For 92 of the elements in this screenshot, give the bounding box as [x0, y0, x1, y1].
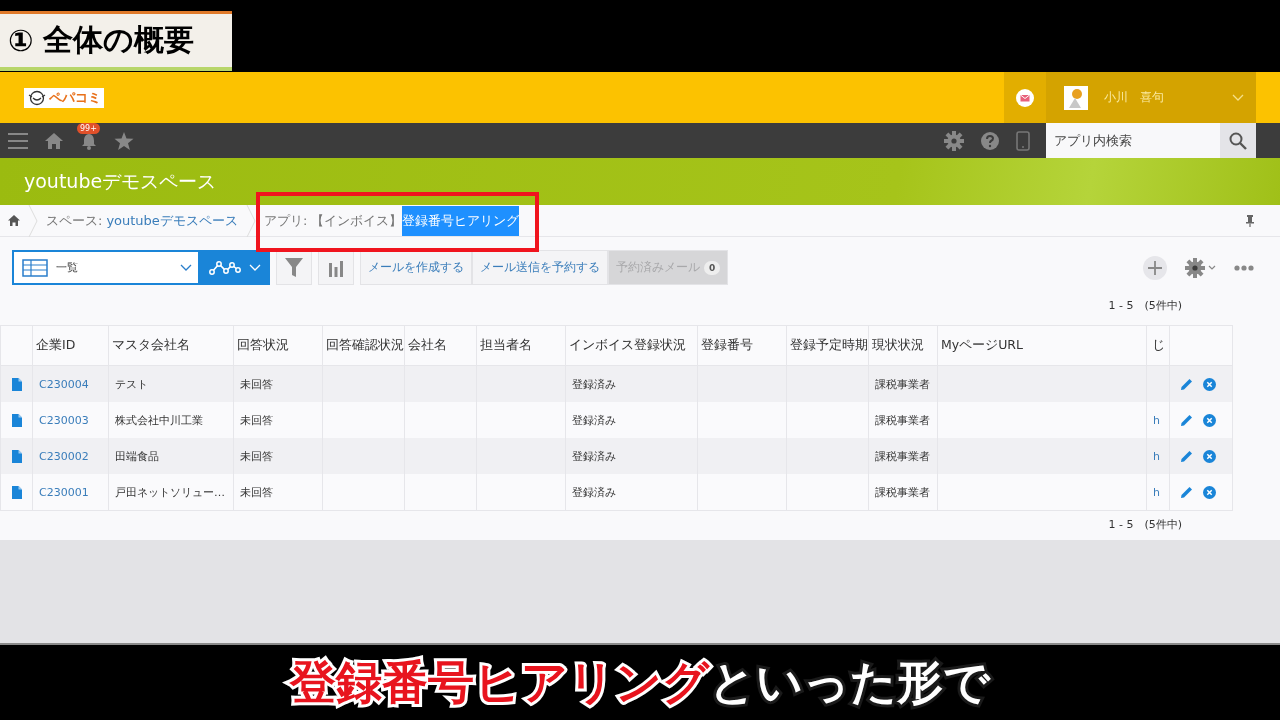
- delete-icon[interactable]: [1203, 485, 1216, 499]
- table-cell: 登録済み: [572, 413, 616, 427]
- space-title: youtubeデモスペース: [24, 168, 217, 194]
- mobile-icon[interactable]: [1016, 130, 1030, 151]
- mail-button[interactable]: メール送信を予約する: [472, 250, 608, 285]
- line-chart-icon: [209, 259, 241, 276]
- table-cell: 未回答: [240, 449, 273, 463]
- column-header: じ: [1152, 337, 1165, 352]
- chart-button[interactable]: [318, 250, 354, 285]
- bell-icon[interactable]: [80, 131, 98, 150]
- column-header: 現状状況: [872, 337, 924, 352]
- filter-button[interactable]: [276, 250, 312, 285]
- breadcrumb-separator-icon: [245, 204, 256, 237]
- column-header: MyページURL: [941, 337, 1023, 352]
- column-header: 担当者名: [480, 337, 532, 352]
- column-header: 回答状況: [237, 337, 289, 352]
- add-button[interactable]: [1143, 255, 1167, 280]
- breadcrumb-separator-icon: [28, 204, 38, 237]
- document-icon[interactable]: [11, 413, 22, 427]
- delete-icon[interactable]: [1203, 413, 1216, 427]
- table-icon: [22, 258, 48, 277]
- column-header: インボイス登録状況: [569, 337, 686, 352]
- home-icon[interactable]: [44, 131, 64, 150]
- table-link[interactable]: h: [1153, 413, 1160, 427]
- table-cell: 登録済み: [572, 377, 616, 391]
- avatar-icon: [1064, 85, 1088, 110]
- chevron-down-icon: [1208, 264, 1216, 271]
- bar-chart-icon: [328, 258, 344, 277]
- delete-icon[interactable]: [1203, 377, 1216, 391]
- document-icon[interactable]: [11, 377, 22, 391]
- table-cell: 未回答: [240, 377, 273, 391]
- table-cell: 課税事業者: [875, 449, 930, 463]
- column-header: 企業ID: [36, 337, 76, 352]
- column-header: 会社名: [408, 337, 447, 352]
- table-cell: 戸田ネットソリュー…: [115, 485, 225, 499]
- pager-text: 1 - 5 (5件中): [1108, 516, 1182, 532]
- pencil-icon[interactable]: [1180, 449, 1193, 463]
- filter-icon: [284, 256, 304, 279]
- user-name: 小川 喜句: [1104, 89, 1164, 106]
- logo[interactable]: ペパコミ: [24, 87, 104, 108]
- settings-icon[interactable]: [944, 130, 964, 151]
- table-link[interactable]: h: [1153, 449, 1160, 463]
- graph-button[interactable]: [200, 250, 270, 285]
- document-icon[interactable]: [11, 485, 22, 499]
- chevron-down-icon: [249, 263, 261, 272]
- table-cell: 登録済み: [572, 485, 616, 499]
- chapter-title: 全体の概要: [43, 21, 195, 59]
- menu-icon[interactable]: [8, 131, 28, 150]
- table-cell: 課税事業者: [875, 485, 930, 499]
- table-cell: 田端食品: [115, 449, 159, 463]
- search-button[interactable]: [1220, 123, 1256, 158]
- more-icon[interactable]: [1234, 264, 1254, 271]
- breadcrumb-link[interactable]: youtubeデモスペース: [106, 211, 238, 230]
- chevron-down-icon: [180, 263, 192, 272]
- mail-icon[interactable]: [1016, 88, 1034, 107]
- help-icon[interactable]: [980, 130, 1000, 151]
- table-cell: 未回答: [240, 485, 273, 499]
- breadcrumb-label: スペース:: [46, 211, 103, 230]
- column-header: 登録予定時期: [790, 337, 868, 352]
- search-field[interactable]: アプリ内検索: [1046, 123, 1220, 158]
- pager-text: 1 - 5 (5件中): [1108, 297, 1182, 313]
- caption-text: 登録番号ヒアリングといった形で: [290, 653, 990, 711]
- search-icon: [1229, 131, 1247, 150]
- delete-icon[interactable]: [1203, 449, 1216, 463]
- pencil-icon[interactable]: [1180, 485, 1193, 499]
- table-cell: 課税事業者: [875, 377, 930, 391]
- column-header: 回答確認状況: [326, 337, 404, 352]
- mascot-icon: [27, 89, 47, 106]
- breadcrumb-label: アプリ:: [263, 211, 308, 230]
- notification-badge: 99+: [77, 122, 100, 134]
- settings-icon: [1185, 257, 1205, 278]
- table-cell: 課税事業者: [875, 413, 930, 427]
- table-cell: 登録済み: [572, 449, 616, 463]
- table-cell: 株式会社中川工業: [115, 413, 203, 427]
- table-link[interactable]: h: [1153, 485, 1160, 499]
- star-icon[interactable]: [114, 131, 134, 150]
- count-badge: 0: [704, 260, 721, 275]
- pin-icon[interactable]: [1246, 214, 1254, 227]
- chapter-number: ①: [8, 23, 34, 58]
- document-icon[interactable]: [11, 449, 22, 463]
- pencil-icon[interactable]: [1180, 377, 1193, 391]
- pencil-icon[interactable]: [1180, 413, 1193, 427]
- plus-icon: [1148, 260, 1162, 275]
- table-cell: 未回答: [240, 413, 273, 427]
- mail-button[interactable]: メールを作成する: [360, 250, 472, 285]
- home-icon[interactable]: [8, 215, 20, 226]
- settings-button[interactable]: [1185, 257, 1216, 278]
- column-header: マスタ会社名: [112, 337, 190, 352]
- table-cell: テスト: [115, 377, 148, 391]
- chevron-down-icon: [1232, 93, 1244, 102]
- column-header: 登録番号: [701, 337, 753, 352]
- view-select[interactable]: 一覧: [12, 250, 200, 285]
